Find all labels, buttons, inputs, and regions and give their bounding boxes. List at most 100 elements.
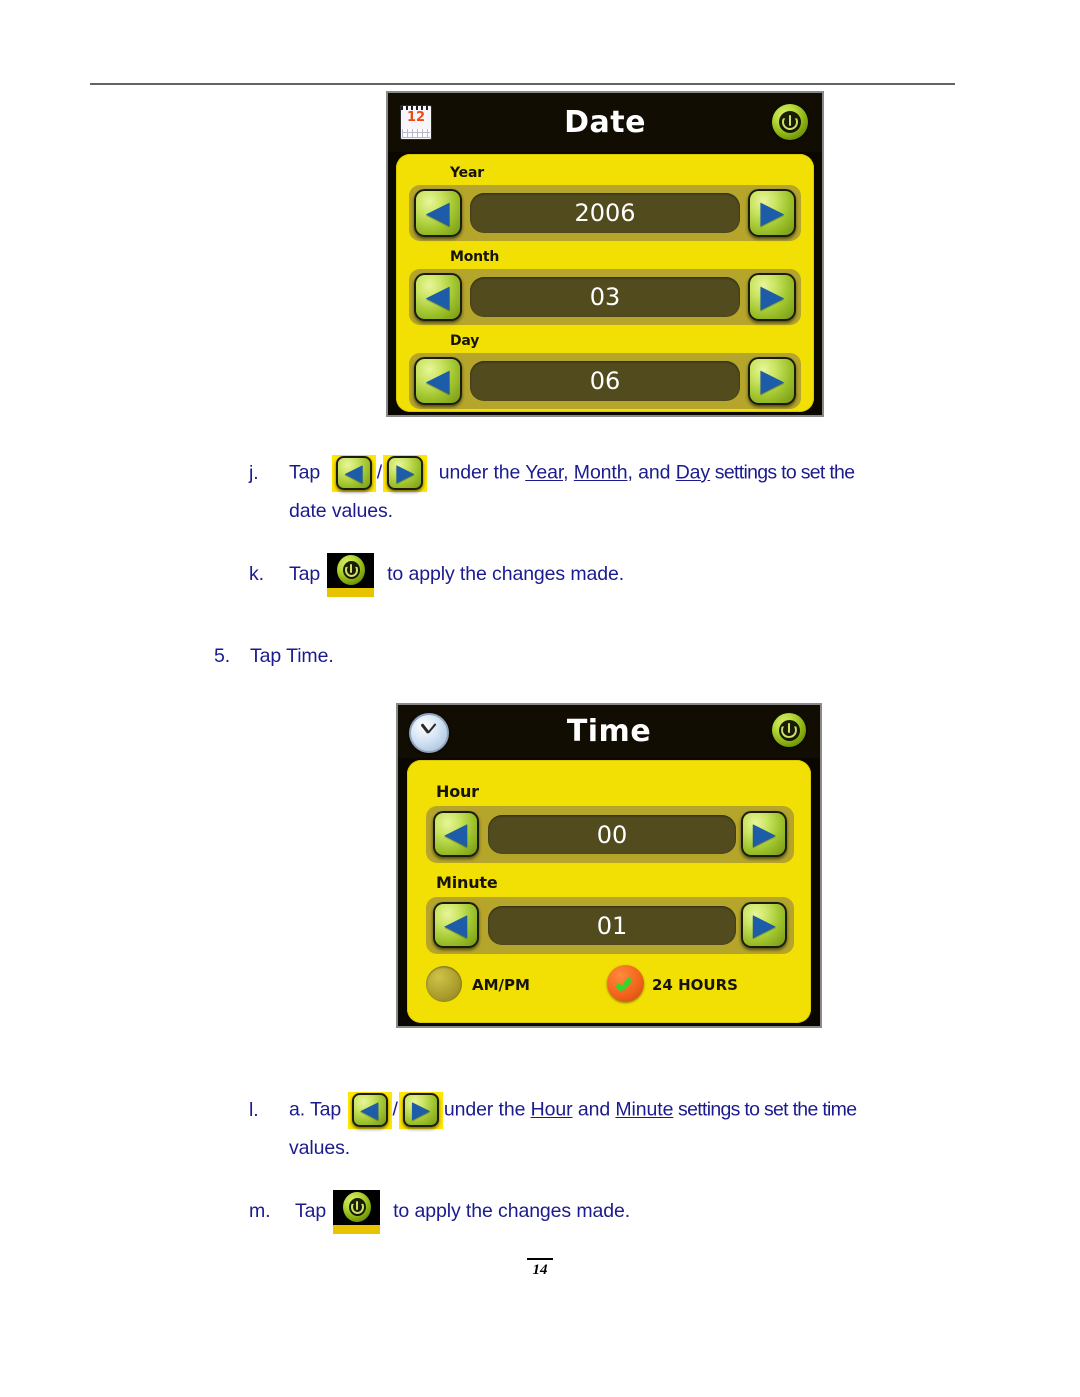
radio-24hours-label: 24 HOURS: [652, 976, 738, 994]
chevron-right-icon: ▶: [760, 196, 784, 229]
inline-power-button[interactable]: [327, 553, 375, 597]
minute-increment-button[interactable]: ▶: [741, 902, 787, 948]
chevron-left-icon: ◀: [445, 909, 467, 940]
calendar-icon: 12: [400, 105, 432, 140]
radio-ampm-label: AM/PM: [472, 976, 530, 994]
instruction-j-separator: /: [376, 461, 383, 484]
time-titlebar: Time: [398, 705, 820, 758]
field-row-day: ◀ 06 ▶: [409, 353, 801, 409]
date-page-title: Date: [564, 105, 646, 140]
date-panel: Year ◀ 2006 ▶ Month ◀ 03 ▶ Day ◀ 06 ▶: [396, 154, 814, 412]
link-month: Month: [573, 461, 628, 484]
day-decrement-button[interactable]: ◀: [414, 357, 462, 405]
instruction-j-line2: date values.: [289, 500, 393, 522]
chevron-right-icon: ▶: [760, 280, 784, 313]
chevron-right-icon: ▶: [396, 460, 414, 485]
instruction-j-comma1: ,: [563, 461, 574, 484]
field-label-minute: Minute: [436, 873, 498, 892]
footer-rule: [527, 1258, 553, 1260]
instruction-step5-marker: 5.: [214, 645, 231, 667]
instruction-k: k. Tap to apply the changes made.: [249, 553, 624, 597]
time-panel: Hour ◀ 00 ▶ Minute ◀ 01 ▶ AM/PM 24 HOURS: [407, 760, 811, 1023]
year-increment-button[interactable]: ▶: [748, 189, 796, 237]
chevron-left-icon: ◀: [426, 364, 450, 397]
radio-24hours[interactable]: [607, 965, 644, 1002]
inline-chevron-left-button[interactable]: ◀: [347, 1092, 392, 1129]
radio-ampm[interactable]: [426, 966, 462, 1002]
minute-value[interactable]: 01: [488, 906, 736, 945]
link-year: Year: [525, 461, 564, 484]
instruction-step5: 5. Tap Time.: [214, 645, 334, 668]
instruction-m: m. Tap to apply the changes made.: [249, 1190, 630, 1234]
instruction-l-line2: values.: [289, 1137, 351, 1159]
field-label-hour: Hour: [436, 782, 479, 801]
instruction-l-line1: l. a. Tap ◀ / ▶ under the Hour and Minute se…: [249, 1092, 857, 1129]
field-label-year: Year: [450, 165, 484, 181]
instruction-l-marker: l.: [249, 1098, 259, 1121]
chevron-left-icon: ◀: [361, 1097, 378, 1122]
chevron-right-icon: ▶: [753, 909, 775, 940]
instruction-l-tap: a. Tap: [289, 1098, 342, 1121]
instruction-k-marker: k.: [249, 563, 264, 586]
instruction-k-tap: Tap: [289, 563, 321, 586]
field-label-month: Month: [450, 249, 500, 265]
instruction-m-tail: to apply the changes made.: [393, 1200, 631, 1223]
inline-chevron-right-button[interactable]: ▶: [398, 1092, 443, 1129]
date-screenshot: 12 Date Year ◀ 2006 ▶ Month ◀ 03 ▶ Day ◀…: [386, 91, 824, 417]
field-row-minute: ◀ 01 ▶: [426, 897, 794, 954]
instruction-l-tail: under the: [443, 1098, 531, 1121]
link-hour: Hour: [530, 1098, 573, 1121]
minute-decrement-button[interactable]: ◀: [433, 902, 479, 948]
hour-decrement-button[interactable]: ◀: [433, 811, 479, 857]
time-screenshot: Time Hour ◀ 00 ▶ Minute ◀ 01 ▶ AM/PM 24 …: [396, 703, 822, 1028]
instruction-j-marker: j.: [249, 461, 259, 484]
instruction-m-tap: Tap: [295, 1200, 327, 1223]
day-increment-button[interactable]: ▶: [748, 357, 796, 405]
year-value[interactable]: 2006: [470, 193, 740, 233]
instruction-step5-text: Tap Time.: [250, 645, 334, 667]
page-number: 14: [532, 1261, 548, 1278]
year-decrement-button[interactable]: ◀: [414, 189, 462, 237]
instruction-l-conj: and: [572, 1098, 616, 1121]
chevron-right-icon: ▶: [753, 818, 775, 849]
chevron-right-icon: ▶: [412, 1097, 430, 1122]
instruction-j-tail2: settings to set the: [710, 461, 855, 484]
day-value[interactable]: 06: [470, 361, 740, 401]
date-titlebar: 12 Date: [388, 93, 822, 152]
instruction-l-separator: /: [392, 1098, 398, 1121]
instruction-j-comma2: , and: [627, 461, 676, 484]
hour-value[interactable]: 00: [488, 815, 736, 854]
instruction-j-line1: j. Tap ◀ / ▶ under the Year, Month, and Day…: [249, 455, 855, 492]
power-icon[interactable]: [772, 713, 806, 747]
instruction-m-marker: m.: [249, 1200, 271, 1223]
instruction-j-tap: Tap: [289, 461, 321, 484]
field-row-hour: ◀ 00 ▶: [426, 806, 794, 863]
month-decrement-button[interactable]: ◀: [414, 273, 462, 321]
link-day: Day: [675, 461, 711, 484]
chevron-left-icon: ◀: [345, 460, 363, 485]
clock-icon: [409, 713, 449, 753]
instruction-l-tail2: settings to set the time: [673, 1098, 857, 1121]
instruction-j-tail: under the: [438, 461, 526, 484]
chevron-left-icon: ◀: [426, 280, 450, 313]
chevron-right-icon: ▶: [760, 364, 784, 397]
power-icon[interactable]: [772, 104, 808, 140]
month-value[interactable]: 03: [470, 277, 740, 317]
instruction-k-tail: to apply the changes made.: [387, 563, 625, 586]
hour-increment-button[interactable]: ▶: [741, 811, 787, 857]
inline-chevron-left-button[interactable]: ◀: [331, 455, 376, 492]
inline-chevron-right-button[interactable]: ▶: [383, 455, 428, 492]
calendar-icon-day: 12: [406, 110, 426, 125]
field-row-year: ◀ 2006 ▶: [409, 185, 801, 241]
chevron-left-icon: ◀: [426, 196, 450, 229]
page-footer: 14: [0, 1258, 1080, 1278]
inline-power-button[interactable]: [333, 1190, 381, 1234]
link-minute: Minute: [615, 1098, 674, 1121]
time-page-title: Time: [566, 714, 652, 749]
header-rule: [90, 83, 955, 85]
field-row-month: ◀ 03 ▶: [409, 269, 801, 325]
check-icon: [614, 972, 636, 994]
chevron-left-icon: ◀: [445, 818, 467, 849]
field-label-day: Day: [450, 333, 480, 349]
month-increment-button[interactable]: ▶: [748, 273, 796, 321]
